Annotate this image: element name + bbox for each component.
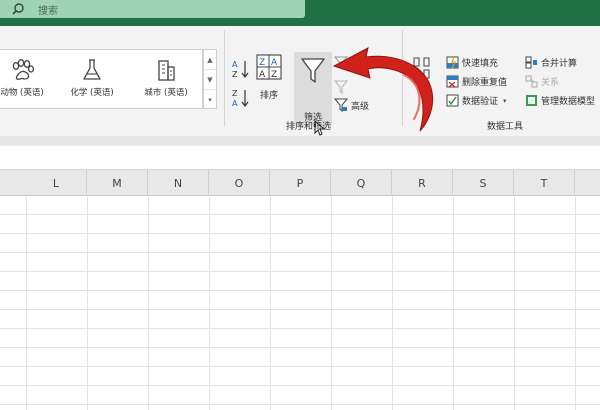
- column-header[interactable]: O: [209, 170, 270, 196]
- svg-text:A: A: [271, 58, 278, 68]
- remove-duplicates-icon: [446, 75, 459, 88]
- remove-duplicates-label: 删除重复值: [462, 78, 508, 88]
- search-placeholder: 搜索: [38, 5, 58, 17]
- consolidate-button[interactable]: 合并计算: [525, 56, 577, 69]
- scroll-up-icon[interactable]: ▲: [204, 50, 216, 70]
- consolidate-icon: [525, 56, 537, 69]
- relationships-label: 关系: [541, 78, 560, 88]
- flask-icon: [83, 59, 101, 80]
- svg-text:Z: Z: [232, 70, 238, 79]
- search-icon: [12, 3, 24, 15]
- formula-bar[interactable]: [0, 146, 600, 170]
- data-validation-icon: [446, 94, 459, 107]
- gallery-item-chemistry[interactable]: 化学 (英语): [64, 57, 120, 98]
- annotation-arrow-icon: [332, 47, 433, 132]
- cell-grid[interactable]: [0, 196, 600, 410]
- ribbon: 动物 (英语) 化学 (英语) 城市 (英语) ▲ ▼ ▾ A Z Z A Z …: [0, 26, 600, 136]
- column-header[interactable]: T: [514, 170, 575, 196]
- gallery-item-label: 城市 (英语): [144, 88, 188, 98]
- city-icon: [158, 60, 175, 81]
- more-icon[interactable]: ▾: [204, 90, 216, 110]
- column-header[interactable]: S: [453, 170, 514, 196]
- column-header[interactable]: M: [87, 170, 148, 196]
- svg-text:A: A: [259, 70, 266, 80]
- gallery-item-animals[interactable]: 动物 (英语): [0, 57, 50, 98]
- manage-data-model-button[interactable]: 管理数据模型: [525, 94, 595, 107]
- data-tools-group-label: 数据工具: [487, 122, 524, 132]
- svg-text:Z: Z: [271, 70, 277, 80]
- paw-icon: [12, 59, 35, 80]
- svg-text:Z: Z: [259, 58, 265, 68]
- sort-button[interactable]: Z A A Z 排序: [255, 54, 283, 101]
- svg-text:A: A: [232, 60, 238, 69]
- group-divider: [224, 30, 225, 126]
- gallery-item-cities[interactable]: 城市 (英语): [138, 57, 194, 98]
- column-header[interactable]: Q: [331, 170, 392, 196]
- gallery-item-label: 动物 (英语): [0, 88, 44, 98]
- column-header[interactable]: L: [26, 170, 87, 196]
- relationships-button[interactable]: 关系: [525, 75, 559, 88]
- data-validation-button[interactable]: 数据验证 ▾: [446, 94, 507, 107]
- gallery-item-label: 化学 (英语): [70, 88, 114, 98]
- chevron-down-icon[interactable]: ▾: [503, 97, 507, 105]
- title-bar: 搜索: [0, 0, 600, 26]
- svg-text:Z: Z: [232, 89, 238, 98]
- sort-icon: Z A A Z: [256, 54, 282, 80]
- search-box[interactable]: 搜索: [0, 0, 305, 18]
- data-validation-label: 数据验证: [462, 97, 499, 107]
- data-model-icon: [526, 95, 537, 106]
- flash-fill-icon: [446, 56, 459, 69]
- svg-text:A: A: [232, 99, 238, 108]
- relationships-icon: [525, 75, 538, 88]
- gallery-scroll[interactable]: ▲ ▼ ▾: [203, 49, 217, 109]
- consolidate-label: 合并计算: [541, 59, 578, 69]
- ribbon-bottom-gap: [0, 136, 600, 146]
- column-header-row: L M N O P Q R S T: [0, 170, 600, 196]
- flash-fill-button[interactable]: 快速填充: [446, 56, 498, 69]
- column-header[interactable]: P: [270, 170, 331, 196]
- data-types-gallery: 动物 (英语) 化学 (英语) 城市 (英语): [0, 49, 203, 109]
- sort-descending-icon[interactable]: Z A: [232, 88, 250, 108]
- manage-data-model-label: 管理数据模型: [541, 97, 596, 107]
- column-header[interactable]: R: [392, 170, 453, 196]
- column-header[interactable]: N: [148, 170, 209, 196]
- remove-duplicates-button[interactable]: 删除重复值: [446, 75, 507, 88]
- sort-label: 排序: [259, 91, 278, 101]
- sort-ascending-icon[interactable]: A Z: [232, 59, 250, 79]
- scroll-down-icon[interactable]: ▼: [204, 70, 216, 90]
- flash-fill-label: 快速填充: [462, 59, 499, 69]
